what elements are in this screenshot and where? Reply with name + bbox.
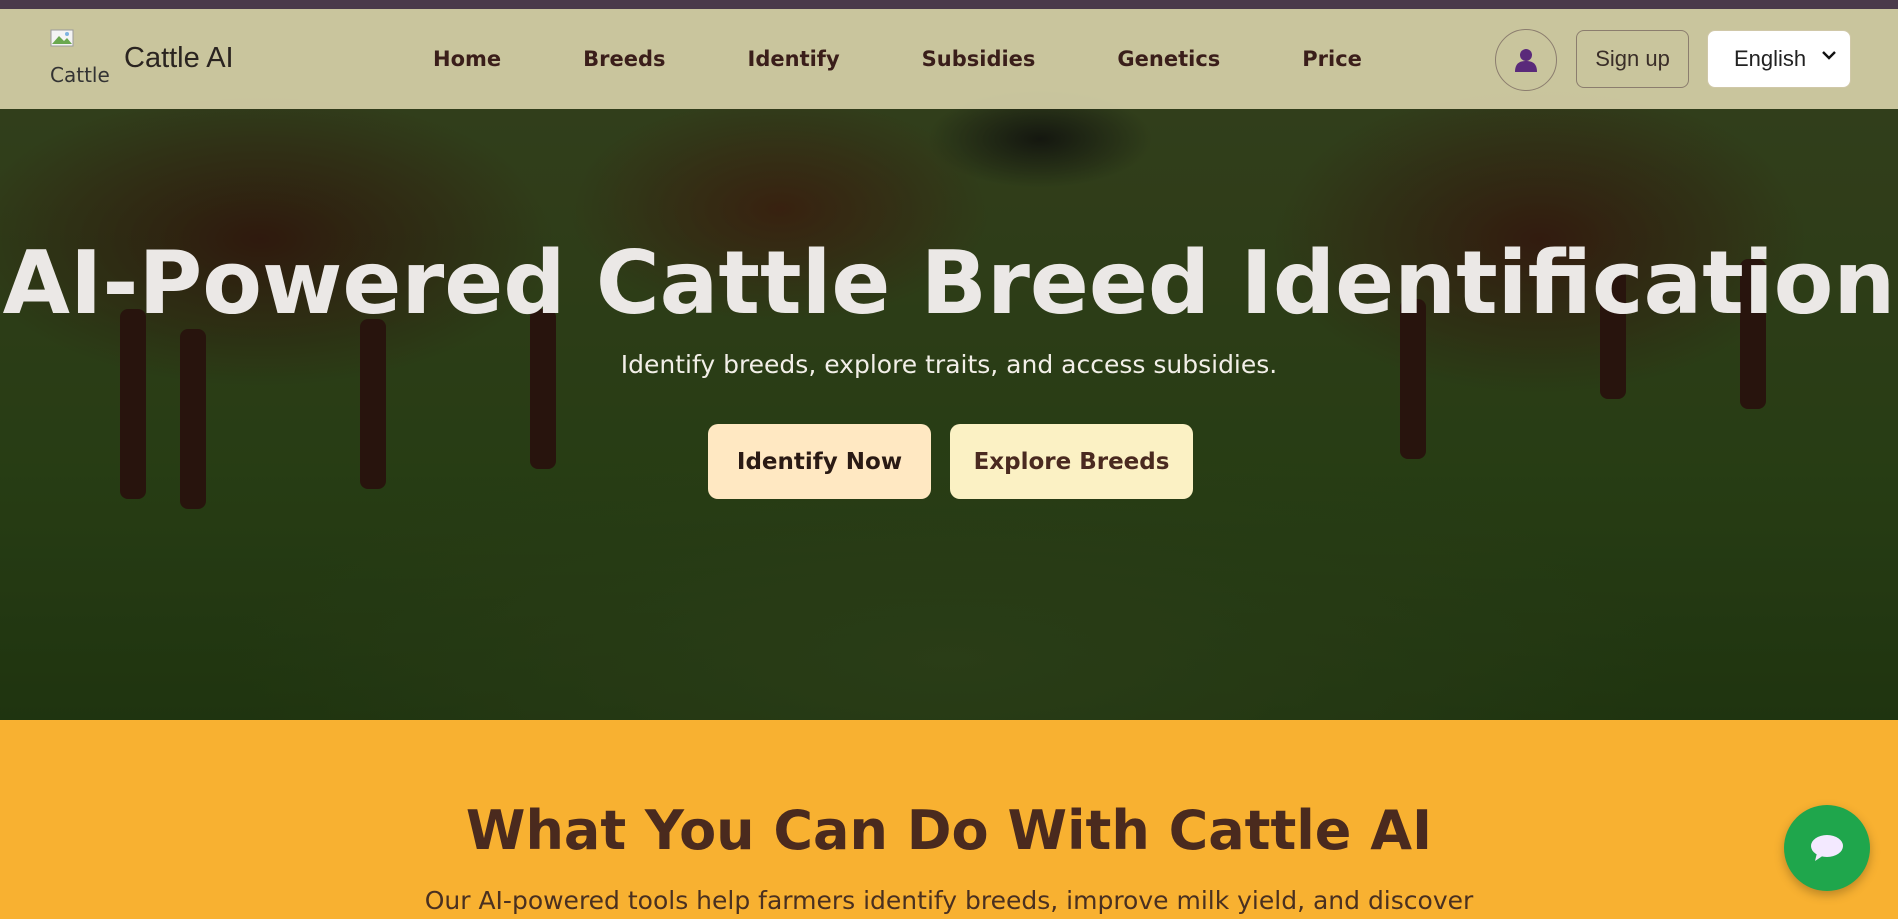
nav-genetics[interactable]: Genetics	[1117, 47, 1220, 71]
nav-breeds[interactable]: Breeds	[583, 47, 665, 71]
features-description: Our AI-powered tools help farmers identi…	[424, 886, 1474, 915]
hero-subtitle: Identify breeds, explore traits, and acc…	[620, 350, 1278, 379]
brand-name[interactable]: Cattle AI	[124, 42, 234, 75]
chat-bubble-icon	[1811, 835, 1843, 861]
chevron-down-icon	[1822, 51, 1836, 60]
nav-subsidies[interactable]: Subsidies	[922, 47, 1036, 71]
nav-price[interactable]: Price	[1302, 47, 1362, 71]
nav-identify[interactable]: Identify	[748, 47, 840, 71]
logo-alt-text: Cattle	[50, 63, 110, 87]
hero-title: AI-Powered Cattle Breed Identification	[2, 232, 1896, 334]
features-title: What You Can Do With Cattle AI	[465, 799, 1433, 862]
language-selected: English	[1734, 46, 1807, 71]
cattle-silhouette	[120, 309, 146, 499]
identify-now-button[interactable]: Identify Now	[708, 424, 931, 499]
features-section: What You Can Do With Cattle AI Our AI-po…	[0, 720, 1898, 919]
chat-button[interactable]	[1784, 805, 1870, 891]
navbar: Cattle Cattle AI Home Breeds Identify Su…	[0, 9, 1898, 109]
language-select[interactable]: English	[1707, 30, 1851, 88]
broken-image-icon	[50, 29, 74, 47]
user-icon	[1515, 49, 1537, 72]
cattle-silhouette	[360, 319, 386, 489]
logo-image[interactable]: Cattle	[50, 29, 110, 89]
main-nav: Home Breeds Identify Subsidies Genetics …	[433, 47, 1362, 71]
top-accent-strip	[0, 0, 1898, 9]
nav-home[interactable]: Home	[433, 47, 501, 71]
profile-button[interactable]	[1495, 29, 1557, 91]
signup-button[interactable]: Sign up	[1576, 30, 1689, 88]
explore-breeds-button[interactable]: Explore Breeds	[950, 424, 1193, 499]
